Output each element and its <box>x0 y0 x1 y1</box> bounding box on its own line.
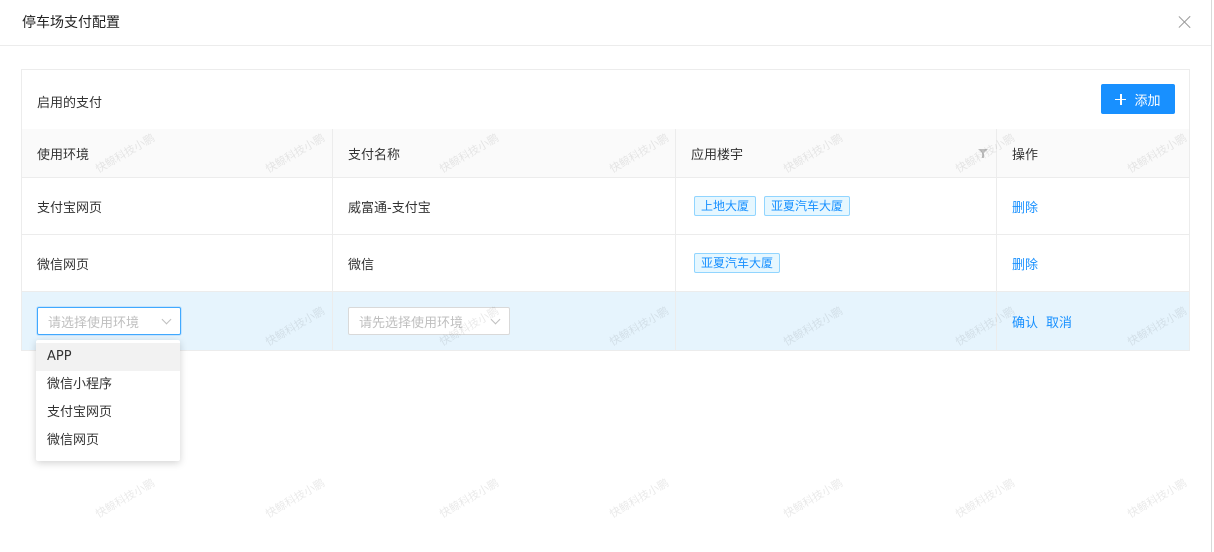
chevron-down-icon <box>490 314 501 325</box>
plus-icon <box>1115 93 1127 105</box>
cell-name: 微信 <box>333 235 676 291</box>
close-icon[interactable] <box>1175 12 1195 32</box>
building-tag: 亚夏汽车大厦 <box>694 253 781 273</box>
confirm-link[interactable]: 确认 <box>1012 312 1038 331</box>
modal-title: 停车场支付配置 <box>22 15 120 31</box>
cell-action: 删除 <box>997 235 1189 291</box>
card-title: 启用的支付 <box>37 96 103 111</box>
delete-link[interactable]: 删除 <box>1012 254 1038 273</box>
dropdown-option[interactable]: 微信小程序 <box>36 371 180 399</box>
add-button[interactable]: 添加 <box>1101 84 1175 114</box>
watermark: 快鲸科技小鹏 <box>1125 476 1190 521</box>
payment-config-modal: 停车场支付配置 启用的支付 添加 使用环境 支付名称 应用楼宇 操作 支付宝网页… <box>0 0 1212 552</box>
column-header-buildings: 应用楼宇 <box>676 129 997 177</box>
cell-action: 删除 <box>997 178 1189 234</box>
building-tag: 亚夏汽车大厦 <box>764 196 851 216</box>
env-dropdown: APP 微信小程序 支付宝网页 微信网页 <box>36 340 180 461</box>
building-tags: 上地大厦 亚夏汽车大厦 <box>691 196 858 216</box>
dropdown-option[interactable]: 支付宝网页 <box>36 399 180 427</box>
table-row: 支付宝网页 威富通-支付宝 上地大厦 亚夏汽车大厦 删除 <box>22 178 1189 235</box>
name-select[interactable]: 请先选择使用环境 <box>348 307 510 335</box>
chevron-down-icon <box>161 314 172 325</box>
delete-link[interactable]: 删除 <box>1012 197 1038 216</box>
cell-buildings-edit <box>676 292 997 350</box>
cell-action-edit: 确认 取消 <box>997 292 1189 350</box>
cell-env: 支付宝网页 <box>22 178 333 234</box>
card-header: 启用的支付 添加 <box>22 70 1189 129</box>
watermark: 快鲸科技小鹏 <box>781 476 846 521</box>
cancel-link[interactable]: 取消 <box>1046 312 1072 331</box>
table-row: 微信网页 微信 亚夏汽车大厦 删除 <box>22 235 1189 292</box>
dropdown-option[interactable]: APP <box>36 343 180 371</box>
column-header-env: 使用环境 <box>22 129 333 177</box>
watermark: 快鲸科技小鹏 <box>607 476 672 521</box>
dropdown-option[interactable]: 微信网页 <box>36 427 180 455</box>
watermark: 快鲸科技小鹏 <box>437 476 502 521</box>
name-select-placeholder: 请先选择使用环境 <box>359 315 464 331</box>
building-tags: 亚夏汽车大厦 <box>691 253 788 273</box>
enabled-payments-card: 启用的支付 添加 使用环境 支付名称 应用楼宇 操作 支付宝网页 威富通-支付宝… <box>21 69 1190 351</box>
building-tag: 上地大厦 <box>694 196 757 216</box>
edit-row: 请选择使用环境 请先选择使用环境 确认 取消 <box>22 292 1189 351</box>
cell-buildings: 上地大厦 亚夏汽车大厦 <box>676 178 997 234</box>
column-header-name: 支付名称 <box>333 129 676 177</box>
table-header: 使用环境 支付名称 应用楼宇 操作 <box>22 129 1189 178</box>
filter-icon[interactable] <box>978 149 988 159</box>
env-select[interactable]: 请选择使用环境 <box>37 307 181 335</box>
watermark: 快鲸科技小鹏 <box>263 476 328 521</box>
cell-name-edit: 请先选择使用环境 <box>333 292 676 350</box>
env-select-placeholder: 请选择使用环境 <box>48 315 140 331</box>
column-header-buildings-label: 应用楼宇 <box>691 147 744 163</box>
column-header-action: 操作 <box>1012 147 1039 163</box>
watermark: 快鲸科技小鹏 <box>953 476 1018 521</box>
cell-env: 微信网页 <box>22 235 333 291</box>
cell-name: 威富通-支付宝 <box>333 178 676 234</box>
watermark: 快鲸科技小鹏 <box>93 476 158 521</box>
cell-buildings: 亚夏汽车大厦 <box>676 235 997 291</box>
modal-header: 停车场支付配置 <box>0 0 1211 46</box>
add-button-label: 添加 <box>1134 93 1161 109</box>
